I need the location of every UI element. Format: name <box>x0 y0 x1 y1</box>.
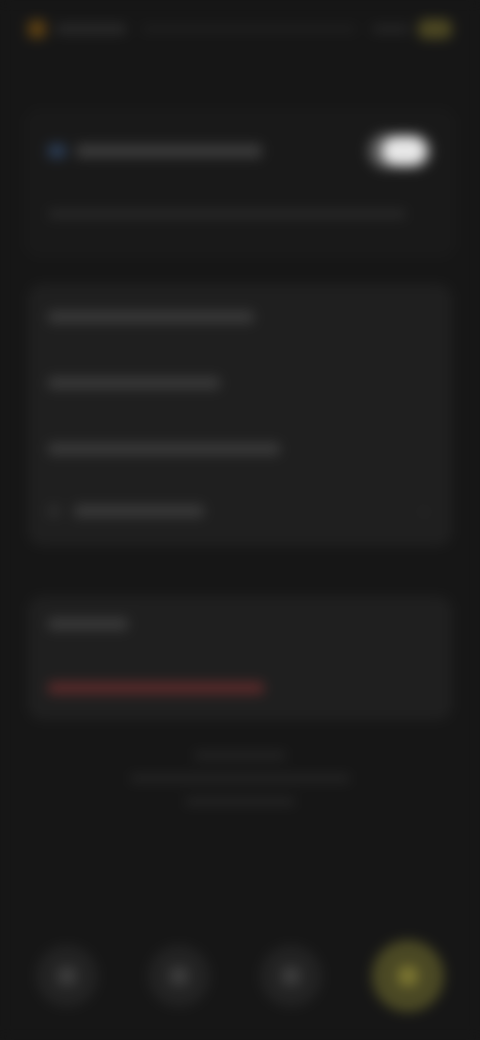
option-label-1 <box>48 311 254 323</box>
toggle-setting-row <box>48 128 432 174</box>
danger-zone-card <box>28 596 452 720</box>
toggle-setting-description <box>48 210 406 218</box>
option-sub-wrap <box>48 505 204 517</box>
top-right-actions <box>372 19 452 39</box>
search-icon <box>169 966 189 986</box>
footer-line-2 <box>130 775 350 782</box>
option-row-1[interactable] <box>48 304 432 330</box>
toggle-setting-card <box>24 108 456 258</box>
option-row-2[interactable] <box>48 370 432 396</box>
brand-name <box>56 24 126 34</box>
brand-logo-icon <box>28 20 46 38</box>
option-label-3 <box>48 443 280 455</box>
toggle-switch[interactable] <box>368 133 432 169</box>
option-sub-icon <box>48 505 60 517</box>
settings-icon <box>398 966 418 986</box>
bottom-navigation <box>36 940 444 1012</box>
top-bar <box>28 14 452 44</box>
top-status-pill <box>372 26 410 32</box>
settings-screen: › <box>0 0 480 1040</box>
option-row-3[interactable] <box>48 436 432 462</box>
option-label-4 <box>74 505 204 517</box>
danger-action-button[interactable] <box>48 682 264 694</box>
toggle-knob <box>382 137 426 165</box>
toggle-setting-label <box>76 144 262 158</box>
chevron-right-icon: › <box>422 504 426 518</box>
top-badge[interactable] <box>418 19 452 39</box>
nav-profile-button[interactable] <box>260 945 322 1007</box>
nav-home-button[interactable] <box>36 945 98 1007</box>
option-label-2 <box>48 377 220 389</box>
top-address-strip <box>142 27 356 31</box>
nav-settings-button[interactable] <box>372 940 444 1012</box>
nav-search-button[interactable] <box>148 945 210 1007</box>
footer-line-3[interactable] <box>185 798 295 805</box>
toggle-label-wrap <box>48 144 262 158</box>
footer-line-1 <box>194 752 286 759</box>
options-card: › <box>28 284 452 546</box>
home-icon <box>57 966 77 986</box>
option-row-4[interactable]: › <box>48 498 432 524</box>
setting-icon <box>48 144 66 158</box>
profile-icon <box>281 966 301 986</box>
danger-zone-title <box>48 618 128 630</box>
brand <box>28 20 126 38</box>
footer-info <box>0 752 480 805</box>
